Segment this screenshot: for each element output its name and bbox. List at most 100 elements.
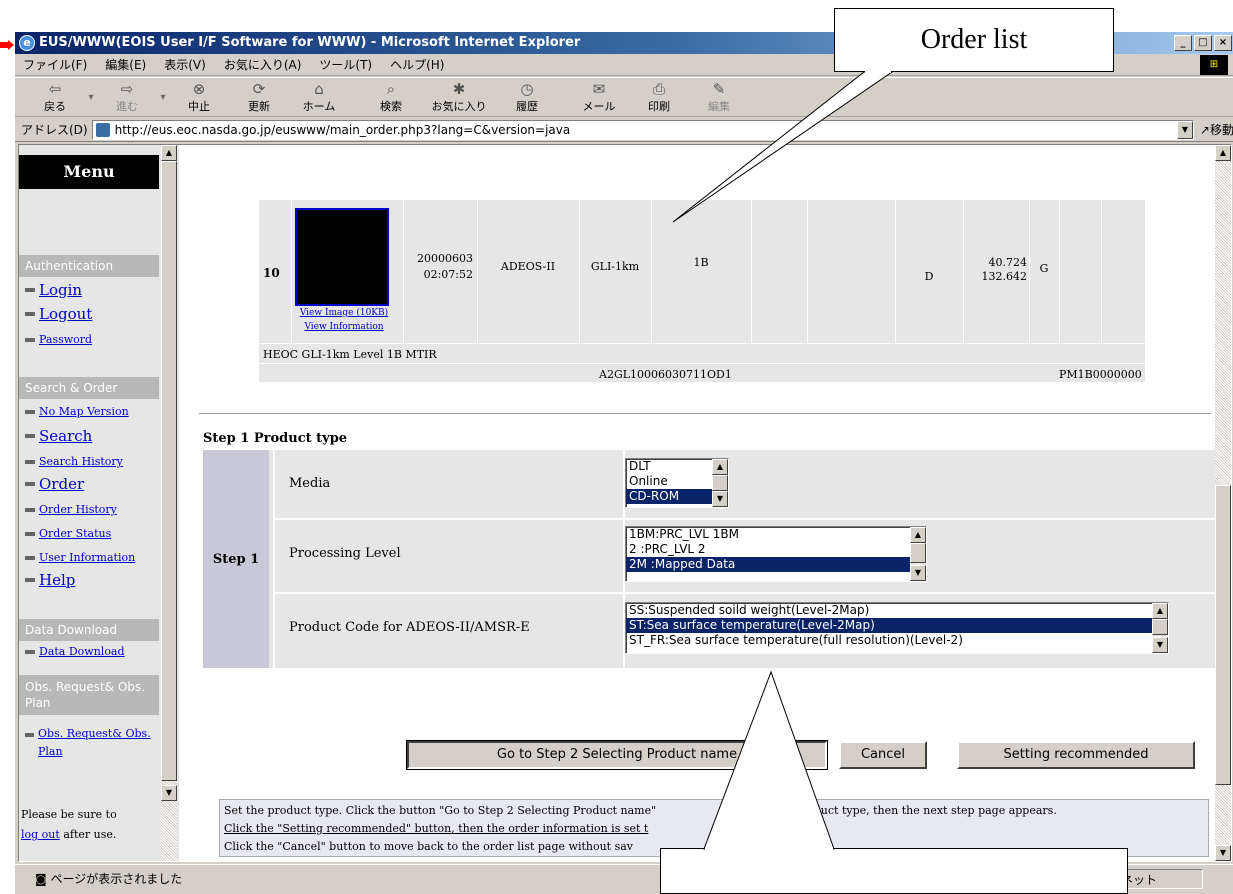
go-button[interactable]: ↗移動 [1200,121,1233,138]
level-option-1bm[interactable]: 1BM:PRC_LVL 1BM [626,527,926,542]
menu-favorites[interactable]: お気に入り(A) [224,56,302,73]
sidebar-item-order-history[interactable]: Order History [25,503,117,516]
sidebar-item-obs-request[interactable]: Obs. Request& Obs. Plan [25,725,165,761]
address-dropdown-icon[interactable]: ▼ [1176,120,1193,139]
sidebar-item-user-information[interactable]: User Information [25,551,135,564]
back-button[interactable]: ⇦ 戻る [25,80,85,114]
edit-button[interactable]: ✎ 編集 [689,80,749,114]
sidebar-item-order-status[interactable]: Order Status [25,527,111,540]
level-scroll-down-icon[interactable]: ▼ [910,565,926,581]
cancel-button[interactable]: Cancel [839,741,927,769]
section-search-order: Search & Order [19,377,159,399]
browser-window: e EUS/WWW(EOIS User I/F Software for WWW… [14,32,1233,894]
view-image-link[interactable]: View Image (10KB) [289,308,399,318]
sidebar-item-search-history[interactable]: Search History [25,455,123,468]
menu-view[interactable]: 表示(V) [164,56,206,73]
sidebar-item-no-map-version[interactable]: No Map Version [25,405,129,418]
menu-tools[interactable]: ツール(T) [319,56,372,73]
back-dropdown-icon[interactable]: ▾ [85,92,97,103]
close-button[interactable]: × [1214,35,1232,51]
sidebar-item-password[interactable]: Password [25,333,92,346]
main-panel: 10 View Image (10KB) View Information 20… [193,145,1217,861]
sidebar: Menu Authentication Login Logout Passwor… [19,145,179,861]
order-satellite: ADEOS-II [500,260,556,273]
sidebar-scroll-thumb[interactable] [161,161,177,781]
step1-table: Step 1 Media DLT Online CD-ROM ▲ ▼ Proces… [203,450,1217,668]
code-option-st-fr[interactable]: ST_FR:Sea surface temperature(full resol… [626,633,1168,648]
code-scrollbar[interactable]: ▲ ▼ [1152,603,1168,653]
processing-level-listbox[interactable]: 1BM:PRC_LVL 1BM 2 :PRC_LVL 2 2M :Mapped … [625,526,927,582]
forward-arrow-icon: ⇨ [120,80,134,98]
print-icon: ⎙ [652,80,665,98]
minimize-button[interactable]: _ [1174,35,1192,51]
menu-file[interactable]: ファイル(F) [23,56,87,73]
address-input[interactable]: http://eus.eoc.nasda.go.jp/euswww/main_o… [91,119,1194,140]
code-option-st[interactable]: ST:Sea surface temperature(Level-2Map) [626,618,1152,633]
level-option-2m[interactable]: 2M :Mapped Data [626,557,926,572]
level-scrollbar[interactable]: ▲ ▼ [910,527,926,581]
history-button[interactable]: ◷ 履歴 [497,80,557,114]
sidebar-scroll-down-icon[interactable]: ▼ [161,785,177,801]
sidebar-scroll-up-icon[interactable]: ▲ [161,145,177,161]
go-arrow-icon: ↗ [1199,123,1210,137]
menu-help[interactable]: ヘルプ(H) [390,56,444,73]
order-list-table: 10 View Image (10KB) View Information 20… [259,200,1145,382]
forward-dropdown-icon[interactable]: ▾ [157,92,169,103]
page-scroll-down-icon[interactable]: ▼ [1215,845,1231,861]
page-scroll-thumb[interactable] [1215,485,1231,785]
section-obs-request: Obs. Request& Obs. Plan [19,675,159,715]
search-button[interactable]: ⌕ 検索 [361,80,421,114]
red-annotation-arrow [0,40,14,50]
window-title: EUS/WWW(EOIS User I/F Software for WWW) … [39,35,581,50]
sidebar-item-logout[interactable]: Logout [25,305,92,323]
sidebar-item-order[interactable]: Order [25,475,84,493]
favorites-button[interactable]: ✱ お気に入り [421,80,497,114]
refresh-button[interactable]: ⟳ 更新 [229,80,289,114]
media-listbox[interactable]: DLT Online CD-ROM ▲ ▼ [625,458,729,508]
home-button[interactable]: ⌂ ホーム [289,80,349,114]
divider [199,413,1211,415]
sidebar-item-data-download[interactable]: Data Download [25,645,125,658]
view-information-link[interactable]: View Information [289,322,399,332]
level-scroll-up-icon[interactable]: ▲ [910,527,926,543]
media-scroll-up-icon[interactable]: ▲ [712,459,728,475]
order-thumbnail[interactable] [295,208,389,306]
stop-button[interactable]: ⊗ 中止 [169,80,229,114]
product-code-listbox[interactable]: SS:Suspended soild weight(Level-2Map) ST… [625,602,1169,654]
media-label: Media [289,476,331,491]
order-scene-id: A2GL10006030711OD1 [599,368,732,381]
menu-edit[interactable]: 編集(E) [105,56,146,73]
code-scroll-up-icon[interactable]: ▲ [1152,603,1168,619]
address-url: http://eus.eoc.nasda.go.jp/euswww/main_o… [114,122,571,137]
page-done-icon: ◙ [35,872,51,886]
order-list-callout: Order list [834,8,1114,72]
media-scrollbar[interactable]: ▲ ▼ [712,459,728,507]
address-bar: アドレス(D) http://eus.eoc.nasda.go.jp/eusww… [15,118,1233,142]
print-button[interactable]: ⎙ 印刷 [629,80,689,114]
sidebar-item-search[interactable]: Search [25,427,92,445]
code-option-ss[interactable]: SS:Suspended soild weight(Level-2Map) [626,603,1168,618]
order-direction: D [924,270,934,283]
page-scroll-up-icon[interactable]: ▲ [1215,145,1231,161]
setting-recommended-button[interactable]: Setting recommended [957,741,1195,769]
forward-button[interactable]: ⇨ 進む [97,80,157,114]
media-scroll-down-icon[interactable]: ▼ [712,491,728,507]
menu-title: Menu [19,155,159,189]
level-option-2[interactable]: 2 :PRC_LVL 2 [626,542,926,557]
maximize-button[interactable]: □ [1194,35,1212,51]
back-arrow-icon: ⇦ [48,80,62,98]
sidebar-item-help[interactable]: Help [25,571,75,589]
code-scroll-down-icon[interactable]: ▼ [1152,637,1168,653]
mail-button[interactable]: ✉ メール [569,80,629,114]
bottom-callout [660,848,1128,894]
go-to-step2-button[interactable]: Go to Step 2 Selecting Product name [406,740,828,770]
order-level: 1B [693,256,709,269]
section-data-download: Data Download [19,619,159,641]
sidebar-item-login[interactable]: Login [25,281,82,299]
step1-title: Step 1 Product type [203,431,348,446]
logout-link[interactable]: log out [21,828,60,841]
page-content: Menu Authentication Login Logout Passwor… [18,144,1232,862]
order-latitude: 40.724 [988,256,1028,269]
address-label: アドレス(D) [21,123,88,137]
sidebar-footer: Please be sure to log out after use. [21,808,117,841]
